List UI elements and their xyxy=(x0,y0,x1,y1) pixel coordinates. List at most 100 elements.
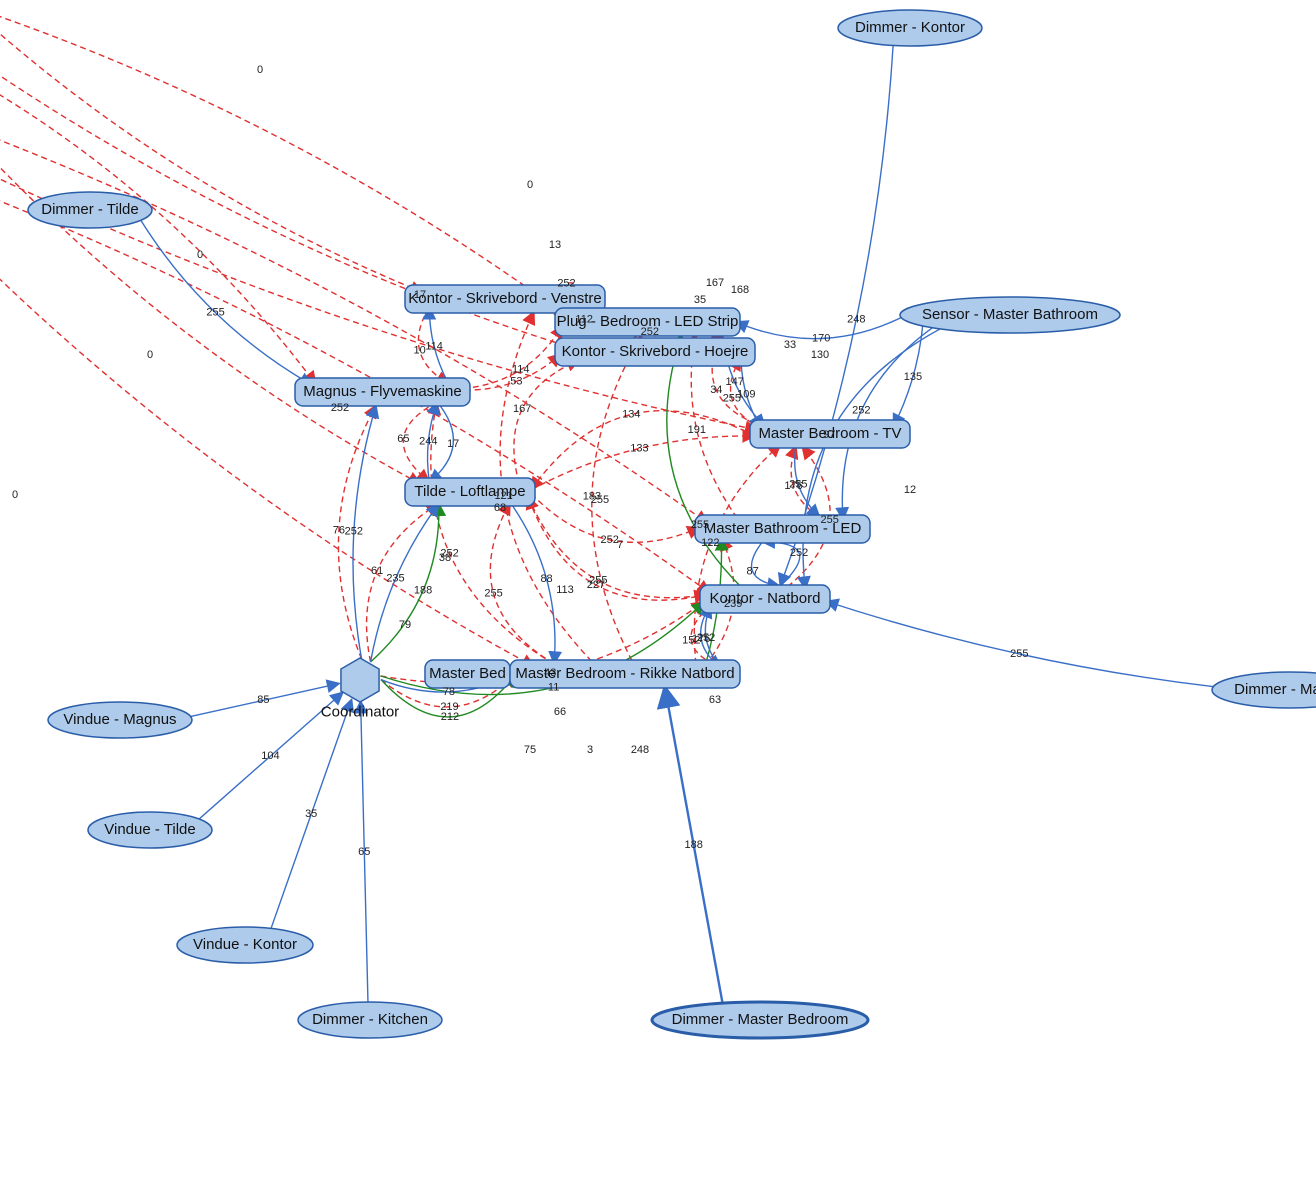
edge-label: 97 xyxy=(823,429,835,441)
edge-label: 61 xyxy=(371,565,383,577)
edge-label: 121 xyxy=(494,490,512,502)
node-dimmer_tilde[interactable] xyxy=(28,192,152,228)
edge-label: 104 xyxy=(261,750,279,762)
edge-label: 13 xyxy=(549,239,561,251)
node-magnus_fly[interactable] xyxy=(295,378,470,406)
edge xyxy=(752,542,780,586)
edge-label: 167 xyxy=(706,277,724,289)
edge-label: 17 xyxy=(447,438,459,450)
edge-label: 170 xyxy=(812,332,830,344)
edge-label: 188 xyxy=(414,585,432,597)
edge-label: 63 xyxy=(709,694,721,706)
edge-label: 255 xyxy=(821,514,839,526)
edge-label: 0 xyxy=(147,349,153,361)
edge-label: 0 xyxy=(197,249,203,261)
edge xyxy=(694,444,780,664)
edge-label: 11 xyxy=(548,681,559,693)
node-kontor_natbord[interactable] xyxy=(700,585,830,613)
edge-label: 65 xyxy=(358,846,370,858)
edge-label: 3 xyxy=(587,744,593,756)
edge-label: 76 xyxy=(333,524,345,536)
edge-label: 113 xyxy=(556,584,574,596)
node-kontor_sh[interactable] xyxy=(555,338,755,366)
node-vindue_kontor[interactable] xyxy=(177,927,313,963)
edge-label: 85 xyxy=(257,694,269,706)
edge xyxy=(826,601,1217,687)
edge xyxy=(371,503,439,661)
edge-offscreen xyxy=(0,0,568,316)
edge-label: 188 xyxy=(685,839,703,851)
edge-label: 33 xyxy=(784,339,796,351)
edge xyxy=(803,328,942,589)
edge-label: 88 xyxy=(540,573,552,585)
edge-label: 255 xyxy=(789,479,807,491)
edge-label: 65 xyxy=(397,433,409,445)
edge xyxy=(780,45,893,587)
edge-label: 255 xyxy=(691,519,709,531)
node-vindue_magnus[interactable] xyxy=(48,702,192,738)
edge-label: 255 xyxy=(1010,648,1028,660)
edge-label: 252 xyxy=(790,547,808,559)
edge-label: 0 xyxy=(12,489,18,501)
edge-label: 255 xyxy=(206,307,224,319)
edge-label: 134 xyxy=(622,408,640,420)
edge-label: 87 xyxy=(746,565,758,577)
edge-label: 12 xyxy=(904,484,916,496)
edge-label: 248 xyxy=(631,744,649,756)
edge-label: 53 xyxy=(510,375,522,387)
edge-label: 135 xyxy=(904,371,922,383)
edge-label: 66 xyxy=(554,706,566,718)
edge-label: 255 xyxy=(484,587,502,599)
edge-label: 248 xyxy=(847,313,865,325)
node-dimmer_magnus[interactable] xyxy=(1212,672,1316,708)
node-sensor_mbath[interactable] xyxy=(900,297,1120,333)
edge-label: 244 xyxy=(419,435,437,447)
edge-label: 35 xyxy=(694,294,706,306)
edge-label: 112 xyxy=(575,313,593,325)
node-vindue_tilde[interactable] xyxy=(88,812,212,848)
edge-label: 252 xyxy=(345,525,363,537)
edge-label: 255 xyxy=(591,494,609,506)
edge-label: 147 xyxy=(725,376,743,388)
edge-label: 235 xyxy=(386,573,404,585)
edge-label: 0 xyxy=(257,64,263,76)
edge-label: 239 xyxy=(724,598,742,610)
edge-label: 10 xyxy=(414,344,426,356)
edge-label: 7 xyxy=(617,539,623,551)
node-master_bath_led[interactable] xyxy=(695,515,870,543)
node-dimmer_kitchen[interactable] xyxy=(298,1002,442,1038)
edge-label: 133 xyxy=(630,442,648,454)
node-dimmer_kontor[interactable] xyxy=(838,10,982,46)
edge-label: 68 xyxy=(494,502,506,514)
edge-label: 35 xyxy=(305,808,317,820)
coordinator-label: Coordinator xyxy=(321,703,399,720)
edge-label: 78 xyxy=(443,686,455,698)
coordinator-node[interactable] xyxy=(341,658,379,702)
edge-label: 0 xyxy=(527,179,533,191)
edge-label: 75 xyxy=(524,744,536,756)
edge-label: 17 xyxy=(414,289,426,301)
edge-label: 191 xyxy=(688,424,706,436)
edge-label: 252 xyxy=(852,404,870,416)
edge-label: 130 xyxy=(811,349,829,361)
edge-offscreen xyxy=(0,200,534,667)
edge-label: 167 xyxy=(513,403,531,415)
edge-label: 227 xyxy=(587,579,605,591)
edge-label: 43 xyxy=(544,667,556,679)
edge-label: 79 xyxy=(399,619,411,631)
edge-label: 38 xyxy=(439,552,451,564)
edge-label: 168 xyxy=(731,284,749,296)
node-master_bed_partial[interactable] xyxy=(425,660,510,688)
node-dimmer_master_bed[interactable] xyxy=(652,1002,868,1038)
edge-label: 109 xyxy=(737,388,755,400)
edge-label: 252 xyxy=(557,278,575,290)
edge-label: 212 xyxy=(441,711,459,723)
edge-offscreen xyxy=(0,80,421,484)
node-tilde_loft[interactable] xyxy=(405,478,535,506)
edge-label: 34 xyxy=(710,384,722,396)
edge-label: 114 xyxy=(512,364,530,376)
edge-label: 252 xyxy=(331,402,349,414)
edge-offscreen xyxy=(0,0,423,292)
edge-label: 252 xyxy=(641,326,659,338)
network-graph[interactable]: Dimmer - KontorDimmer - TildeSensor - Ma… xyxy=(0,0,1316,1200)
